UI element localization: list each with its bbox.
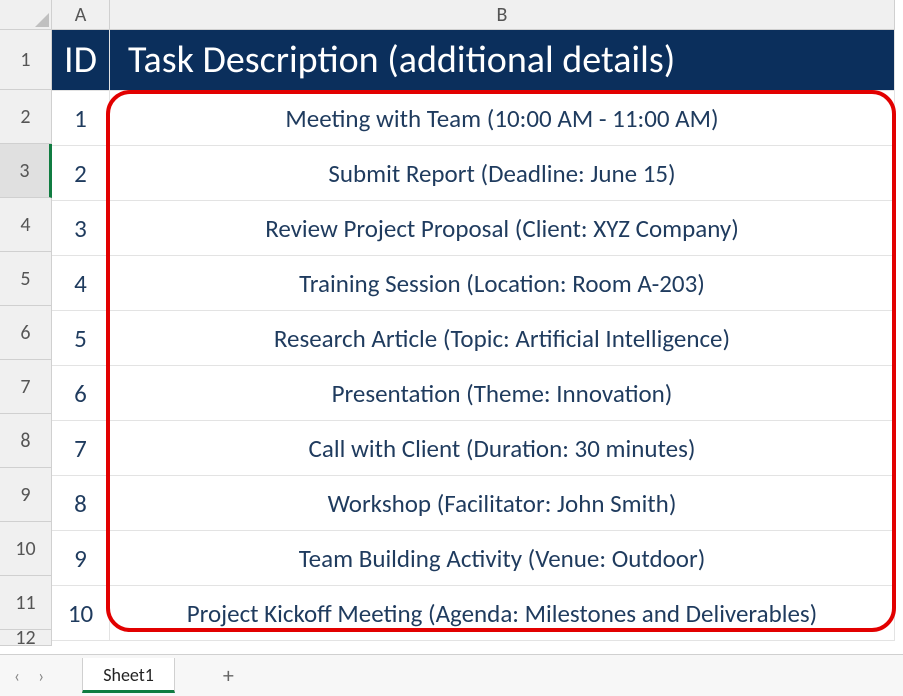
- cell-task[interactable]: Team Building Activity (Venue: Outdoor): [110, 531, 895, 585]
- tab-nav-next-icon[interactable]: ›: [38, 665, 44, 687]
- cell-task[interactable]: Training Session (Location: Room A-203): [110, 256, 895, 310]
- cell-id[interactable]: 8: [52, 476, 110, 530]
- cell-id[interactable]: 6: [52, 366, 110, 420]
- cell-id[interactable]: 1: [52, 91, 110, 145]
- row-header-8[interactable]: 8: [0, 414, 52, 468]
- cell-id[interactable]: 7: [52, 421, 110, 475]
- cell-task[interactable]: Submit Report (Deadline: June 15): [110, 146, 895, 200]
- column-headers: A B: [52, 0, 895, 30]
- column-header-B[interactable]: B: [110, 0, 895, 30]
- cell-task[interactable]: Meeting with Team (10:00 AM - 11:00 AM): [110, 91, 895, 145]
- table-row: 3 Review Project Proposal (Client: XYZ C…: [52, 201, 895, 256]
- table-row: 4 Training Session (Location: Room A-203…: [52, 256, 895, 311]
- cell-id[interactable]: 4: [52, 256, 110, 310]
- row-header-6[interactable]: 6: [0, 306, 52, 360]
- table-row: 7 Call with Client (Duration: 30 minutes…: [52, 421, 895, 476]
- sheet-tab-bar: ‹ › Sheet1 +: [0, 654, 903, 696]
- table-row: 9 Team Building Activity (Venue: Outdoor…: [52, 531, 895, 586]
- table-row: 1 Meeting with Team (10:00 AM - 11:00 AM…: [52, 91, 895, 146]
- add-sheet-button[interactable]: +: [223, 662, 234, 689]
- tab-nav-prev-icon[interactable]: ‹: [14, 665, 20, 687]
- row-header-3[interactable]: 3: [0, 144, 52, 198]
- cell-task[interactable]: Research Article (Topic: Artificial Inte…: [110, 311, 895, 365]
- cell-task[interactable]: Workshop (Facilitator: John Smith): [110, 476, 895, 530]
- row-header-5[interactable]: 5: [0, 252, 52, 306]
- table-row: 8 Workshop (Facilitator: John Smith): [52, 476, 895, 531]
- cell-task[interactable]: Review Project Proposal (Client: XYZ Com…: [110, 201, 895, 255]
- row-headers: 1 2 3 4 5 6 7 8 9 10 11 12: [0, 30, 52, 646]
- header-cell-id[interactable]: ID: [52, 30, 110, 90]
- header-cell-task[interactable]: Task Description (additional details): [110, 30, 895, 90]
- row-header-7[interactable]: 7: [0, 360, 52, 414]
- spreadsheet-grid: A B 1 2 3 4 5 6 7 8 9 10 11 12 ID Task D…: [0, 0, 903, 640]
- row-header-1[interactable]: 1: [0, 30, 52, 90]
- cell-task[interactable]: Call with Client (Duration: 30 minutes): [110, 421, 895, 475]
- row-header-4[interactable]: 4: [0, 198, 52, 252]
- row-header-11[interactable]: 11: [0, 576, 52, 630]
- table-header-row: ID Task Description (additional details): [52, 30, 895, 91]
- cell-id[interactable]: 5: [52, 311, 110, 365]
- column-header-A[interactable]: A: [52, 0, 110, 30]
- table-row: 10 Project Kickoff Meeting (Agenda: Mile…: [52, 586, 895, 641]
- cell-id[interactable]: 9: [52, 531, 110, 585]
- row-header-10[interactable]: 10: [0, 522, 52, 576]
- cell-task[interactable]: Presentation (Theme: Innovation): [110, 366, 895, 420]
- row-header-2[interactable]: 2: [0, 90, 52, 144]
- row-header-12[interactable]: 12: [0, 630, 52, 646]
- cell-task[interactable]: Project Kickoff Meeting (Agenda: Milesto…: [110, 586, 895, 640]
- row-header-9[interactable]: 9: [0, 468, 52, 522]
- cell-id[interactable]: 3: [52, 201, 110, 255]
- table-row: 6 Presentation (Theme: Innovation): [52, 366, 895, 421]
- cells-area: ID Task Description (additional details)…: [52, 30, 895, 641]
- select-all-corner[interactable]: [0, 0, 52, 30]
- cell-id[interactable]: 10: [52, 586, 110, 640]
- cell-id[interactable]: 2: [52, 146, 110, 200]
- table-row: 5 Research Article (Topic: Artificial In…: [52, 311, 895, 366]
- sheet-tab-active[interactable]: Sheet1: [82, 658, 175, 693]
- table-row: 2 Submit Report (Deadline: June 15): [52, 146, 895, 201]
- select-all-triangle-icon: [35, 13, 49, 27]
